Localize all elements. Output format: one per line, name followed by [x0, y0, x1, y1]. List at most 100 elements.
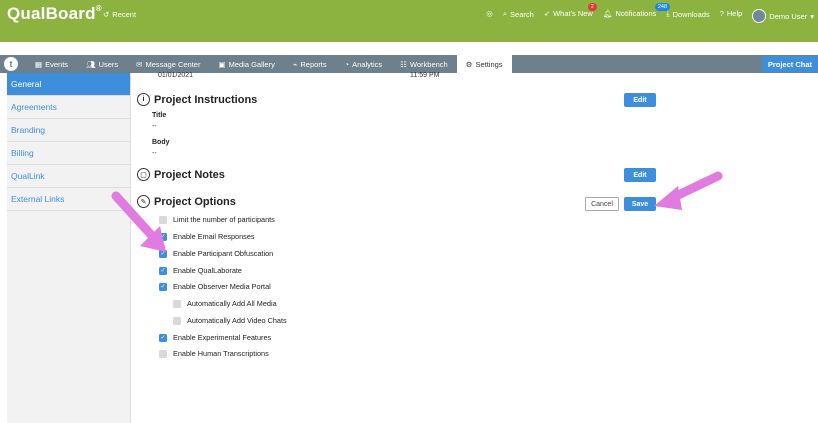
- tab-label: Analytics: [352, 59, 383, 69]
- grid-icon: ☷: [400, 59, 407, 69]
- avatar: [752, 9, 767, 23]
- bell-icon: 🔔︎: [602, 9, 613, 18]
- user-menu[interactable]: Demo User ▾: [752, 9, 814, 23]
- tab-label: Media Gallery: [228, 59, 275, 69]
- user-name: Demo User: [769, 11, 808, 21]
- brand-name: QualBoard: [7, 4, 96, 23]
- instructions-edit-button[interactable]: Edit: [624, 93, 656, 107]
- checkbox[interactable]: [173, 316, 181, 325]
- option-email-responses[interactable]: ✓ Enable Email Responses: [159, 232, 255, 241]
- info-icon: i: [137, 93, 150, 106]
- option-add-all-media[interactable]: Automatically Add All Media: [173, 299, 277, 308]
- tab-label: Workbench: [409, 59, 448, 69]
- tab-events[interactable]: ▦ Events: [26, 55, 77, 73]
- breadcrumb-project[interactable]: Assuring the quality: [69, 46, 130, 53]
- option-observer-media-portal[interactable]: ✓ Enable Observer Media Portal: [159, 282, 271, 291]
- option-limit-participants[interactable]: Limit the number of participants: [159, 215, 275, 224]
- body-label: Body: [152, 139, 170, 146]
- tab-message-center[interactable]: ✉ Message Center: [127, 55, 209, 73]
- brand-logo[interactable]: QualBoard®: [7, 4, 102, 24]
- end-date: 01/01/2021: [158, 72, 194, 79]
- top-bar: QualBoard® ↺ Recent ◎ ⌕ Search ➶ What's N…: [0, 0, 818, 42]
- tab-users[interactable]: 👥︎ Users: [77, 55, 127, 73]
- tab-settings[interactable]: ⚙ Settings: [456, 55, 512, 73]
- users-icon: 👥︎: [86, 59, 96, 69]
- tab-reports[interactable]: ⌁ Reports: [284, 55, 336, 73]
- notifications-label: Notifications: [615, 9, 657, 18]
- book-icon: ▮: [60, 46, 65, 53]
- tab-analytics[interactable]: ◔ Analytics: [336, 55, 392, 73]
- tab-media-gallery[interactable]: ▣ Media Gallery: [209, 55, 283, 73]
- section-title: Project Instructions: [154, 93, 258, 106]
- gear-icon: ⚙: [465, 59, 473, 69]
- tab-workbench[interactable]: ☷ Workbench: [391, 55, 457, 73]
- chevron-down-icon: ▾: [810, 11, 814, 21]
- checkbox-checked[interactable]: ✓: [159, 282, 167, 291]
- option-label: Enable Experimental Features: [173, 333, 272, 342]
- option-add-video-chats[interactable]: Automatically Add Video Chats: [173, 316, 287, 325]
- tab-label: Users: [98, 59, 119, 69]
- annotation-arrow-icon: [111, 191, 166, 252]
- section-title: Project Notes: [154, 168, 225, 181]
- download-icon: ⤓: [666, 9, 670, 18]
- project-tabs: ▦ Events 👥︎ Users ✉ Message Center ▣ Media G…: [26, 55, 512, 73]
- project-logo-icon[interactable]: t: [4, 57, 18, 71]
- checkbox[interactable]: [159, 349, 167, 358]
- whats-new-badge: 2: [587, 3, 597, 11]
- option-experimental-features[interactable]: ✓ Enable Experimental Features: [159, 333, 271, 342]
- sidebar-item-general[interactable]: General: [7, 73, 130, 96]
- project-chat-button[interactable]: Project Chat: [761, 56, 818, 72]
- rocket-icon: ➶: [543, 9, 551, 18]
- downloads-label: Downloads: [672, 9, 710, 19]
- option-label: Enable Participant Obfuscation: [173, 249, 274, 258]
- downloads-link[interactable]: ⤓ Downloads: [666, 9, 709, 19]
- breadcrumb-folder[interactable]: Help Docs: [151, 46, 183, 53]
- tab-label: Reports: [300, 59, 327, 69]
- option-label: Enable QualLaborate: [173, 266, 242, 275]
- notifications-link[interactable]: 🔔︎ Notifications 248: [602, 3, 671, 18]
- option-label: Automatically Add Video Chats: [187, 316, 287, 325]
- whats-new-link[interactable]: ➶ What's New 2: [543, 3, 597, 18]
- main-content: 01/01/2021 11:59 PM i Project Instructio…: [131, 72, 818, 423]
- option-label: Automatically Add All Media: [187, 299, 277, 308]
- chevron-right-icon: ›: [133, 45, 137, 53]
- recent-link[interactable]: ↺ Recent: [103, 10, 136, 19]
- sidebar-item-agreements[interactable]: Agreements: [7, 96, 130, 119]
- option-quallaborate[interactable]: ✓ Enable QualLaborate: [159, 266, 242, 275]
- home-icon: ⌂: [8, 45, 13, 53]
- breadcrumb-dashboard[interactable]: Dashboard: [16, 46, 50, 53]
- brand-mark: ®: [95, 4, 102, 13]
- tab-label: Events: [45, 59, 69, 69]
- pie-icon: ◔: [344, 59, 350, 69]
- checkbox-checked[interactable]: ✓: [159, 266, 167, 275]
- sidebar-item-branding[interactable]: Branding: [7, 119, 130, 142]
- option-human-transcriptions[interactable]: Enable Human Transcriptions: [159, 349, 269, 358]
- checkbox[interactable]: [173, 299, 181, 308]
- breadcrumb: ⌂ Dashboard › ▮ Assuring the quality › ▬…: [8, 45, 183, 54]
- target-icon-button[interactable]: ◎: [486, 9, 493, 18]
- history-icon: ↺: [103, 10, 110, 19]
- checkbox-checked[interactable]: ✓: [159, 333, 167, 342]
- help-link[interactable]: ? Help: [720, 9, 743, 18]
- option-participant-obfuscation[interactable]: ✓ Enable Participant Obfuscation: [159, 249, 273, 258]
- search-label: Search: [510, 9, 534, 19]
- target-icon: ◎: [486, 9, 493, 18]
- end-time: 11:59 PM: [410, 72, 440, 79]
- option-label: Limit the number of participants: [173, 215, 275, 224]
- top-nav: ◎ ⌕ Search ➶ What's New 2 🔔︎ Notification…: [486, 0, 818, 42]
- project-notes-heading: ▢ Project Notes: [137, 168, 225, 181]
- body-value: --: [152, 150, 157, 157]
- chevron-right-icon: ›: [54, 45, 57, 53]
- option-label: Enable Observer Media Portal: [173, 282, 271, 291]
- option-label: Enable Human Transcriptions: [173, 349, 269, 358]
- search-link[interactable]: ⌕ Search: [503, 9, 534, 19]
- note-icon: ▢: [137, 168, 150, 181]
- sidebar-item-billing[interactable]: Billing: [7, 142, 130, 165]
- cancel-button[interactable]: Cancel: [585, 197, 619, 211]
- title-label: Title: [152, 112, 167, 119]
- question-icon: ?: [719, 9, 724, 18]
- sidebar-item-quallink[interactable]: QualLink: [7, 165, 130, 188]
- project-instructions-heading: i Project Instructions: [137, 93, 257, 106]
- chart-icon: ⌁: [292, 59, 298, 69]
- project-nav: t ▦ Events 👥︎ Users ✉ Message Center ▣ Media…: [0, 55, 818, 73]
